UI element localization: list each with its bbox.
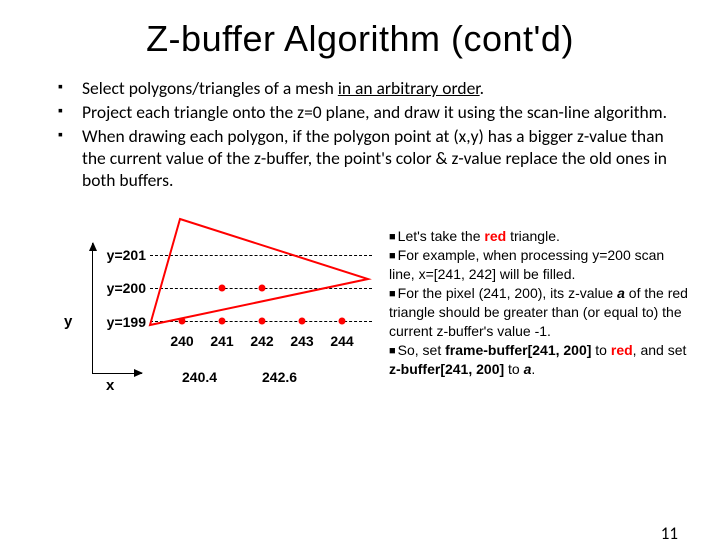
row-label-200: y=200 xyxy=(96,280,146,296)
y-axis-label: y xyxy=(64,313,72,330)
square-bullet-icon: ■ xyxy=(389,288,396,300)
r4d: red xyxy=(611,342,633,358)
bullet-3: When drawing each polygon, if the polygo… xyxy=(58,126,680,192)
r4e: , and set xyxy=(633,342,687,358)
square-bullet-icon: ■ xyxy=(389,345,396,357)
x-axis-label: x xyxy=(106,377,114,394)
r1b: red xyxy=(484,228,506,244)
bullet-1-pre: Select polygons/triangles of a mesh xyxy=(82,77,338,99)
col-240: 240 xyxy=(165,333,199,349)
r4i: . xyxy=(531,361,535,377)
slide-title: Z-buffer Algorithm (cont'd) xyxy=(0,18,720,60)
explanation-text: ■Let's take the red triangle. ■For examp… xyxy=(377,213,690,413)
r3a: For the pixel (241, 200), its z-value xyxy=(398,285,617,301)
diagram: y x y=201 y=200 y=199 240 241 242 243 24… xyxy=(42,213,377,413)
x-axis xyxy=(92,373,142,374)
dot-241-199 xyxy=(219,318,226,325)
col-242: 242 xyxy=(245,333,279,349)
dot-242-199 xyxy=(259,318,266,325)
bullet-2: Project each triangle onto the z=0 plane… xyxy=(58,102,680,124)
r4a: So, set xyxy=(398,342,445,358)
page-number: 11 xyxy=(661,523,678,544)
square-bullet-icon: ■ xyxy=(389,250,396,262)
r4g: to xyxy=(504,361,523,377)
r3b: a xyxy=(617,285,625,301)
dot-241-200 xyxy=(219,285,226,292)
row-label-201: y=201 xyxy=(96,247,146,263)
r4c: to xyxy=(591,342,610,358)
bullet-1-post: . xyxy=(480,77,484,99)
r1c: triangle. xyxy=(506,228,560,244)
dot-240-199 xyxy=(179,318,186,325)
bullet-1-under: in an arbitrary order xyxy=(338,77,480,99)
z-value-2426: 242.6 xyxy=(262,369,297,385)
col-244: 244 xyxy=(325,333,359,349)
dot-244-199 xyxy=(339,318,346,325)
col-243: 243 xyxy=(285,333,319,349)
dot-243-199 xyxy=(299,318,306,325)
col-241: 241 xyxy=(205,333,239,349)
red-triangle xyxy=(150,219,372,329)
r1a: Let's take the xyxy=(398,228,485,244)
dot-242-200 xyxy=(259,285,266,292)
y-axis xyxy=(92,243,93,373)
square-bullet-icon: ■ xyxy=(389,231,396,243)
bullet-1: Select polygons/triangles of a mesh in a… xyxy=(58,78,680,100)
main-bullet-list: Select polygons/triangles of a mesh in a… xyxy=(0,78,720,191)
r4f: z-buffer[241, 200] xyxy=(389,361,504,377)
r4b: frame-buffer[241, 200] xyxy=(445,342,591,358)
z-value-2404: 240.4 xyxy=(182,369,217,385)
row-label-199: y=199 xyxy=(96,314,146,330)
r2: For example, when processing y=200 scan … xyxy=(389,247,664,282)
